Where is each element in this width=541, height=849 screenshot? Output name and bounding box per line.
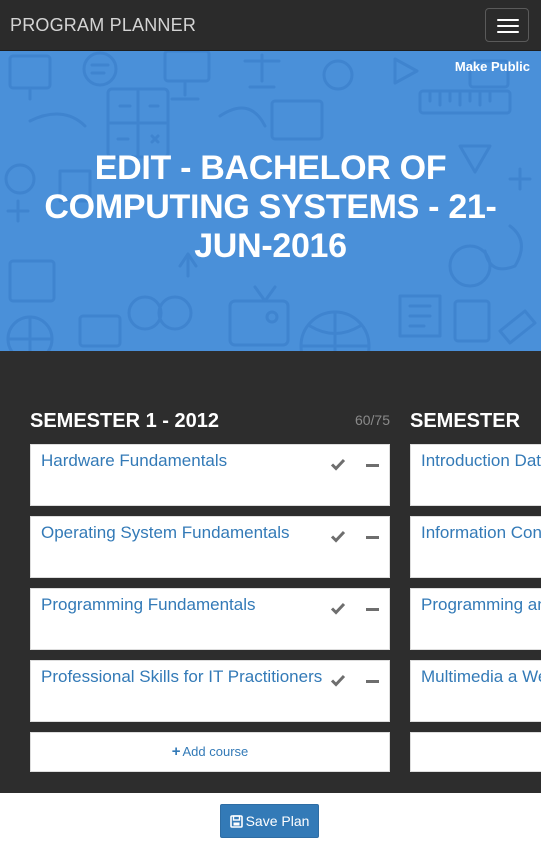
course-card[interactable]: Introduction Database (410, 444, 541, 506)
remove-icon[interactable] (366, 608, 379, 611)
course-card[interactable]: Hardware Fundamentals (30, 444, 390, 506)
remove-icon[interactable] (366, 680, 379, 683)
course-name[interactable]: Operating System Fundamentals (41, 517, 331, 548)
course-name[interactable]: Professional Skills for IT Practitioners (41, 661, 331, 692)
course-name[interactable]: Programming and Practice (421, 589, 541, 620)
check-icon[interactable] (330, 456, 346, 472)
course-card[interactable]: Operating System Fundamentals (30, 516, 390, 578)
remove-icon[interactable] (366, 464, 379, 467)
hamburger-icon-bar (497, 25, 519, 27)
make-public-link[interactable]: Make Public (455, 59, 530, 74)
semester-board[interactable]: SEMESTER 1 - 2012 60/75 Hardware Fundame… (0, 351, 541, 793)
course-card[interactable]: Information Concepts (410, 516, 541, 578)
course-card[interactable]: Multimedia a Website Dev (410, 660, 541, 722)
check-icon[interactable] (330, 528, 346, 544)
course-card[interactable]: Professional Skills for IT Practitioners (30, 660, 390, 722)
plus-icon: + (171, 743, 181, 760)
add-course-button[interactable]: + Add course (30, 732, 390, 772)
brand-title[interactable]: PROGRAM PLANNER (10, 15, 196, 36)
menu-toggle-button[interactable] (485, 8, 529, 42)
footer: Save Plan (0, 793, 541, 849)
course-name[interactable]: Information Concepts (421, 517, 541, 548)
course-name[interactable]: Introduction Database (421, 445, 541, 476)
check-icon[interactable] (330, 672, 346, 688)
remove-icon[interactable] (366, 536, 379, 539)
page-title: EDIT - BACHELOR OF COMPUTING SYSTEMS - 2… (44, 149, 497, 265)
semester-credits: 60/75 (354, 412, 390, 428)
semester-title: SEMESTER 1 - 2012 (30, 410, 219, 432)
add-course-label: Add course (182, 744, 249, 759)
hamburger-icon (497, 19, 519, 21)
check-icon[interactable] (330, 600, 346, 616)
hamburger-icon-bar (497, 31, 519, 33)
save-plan-label: Save Plan (245, 813, 310, 829)
navbar: PROGRAM PLANNER (0, 0, 541, 51)
course-name[interactable]: Hardware Fundamentals (41, 445, 331, 476)
hero-banner: Make Public EDIT - BACHELOR OF COMPUTING… (0, 51, 541, 351)
semester-title: SEMESTER (410, 410, 521, 432)
course-name[interactable]: Multimedia a Website Dev (421, 661, 541, 692)
floppy-disk-icon (229, 815, 243, 828)
save-plan-button[interactable]: Save Plan (220, 804, 319, 838)
course-name[interactable]: Programming Fundamentals (41, 589, 331, 620)
course-card[interactable]: Programming and Practice (410, 588, 541, 650)
add-course-button[interactable] (410, 732, 541, 772)
course-card[interactable]: Programming Fundamentals (30, 588, 390, 650)
